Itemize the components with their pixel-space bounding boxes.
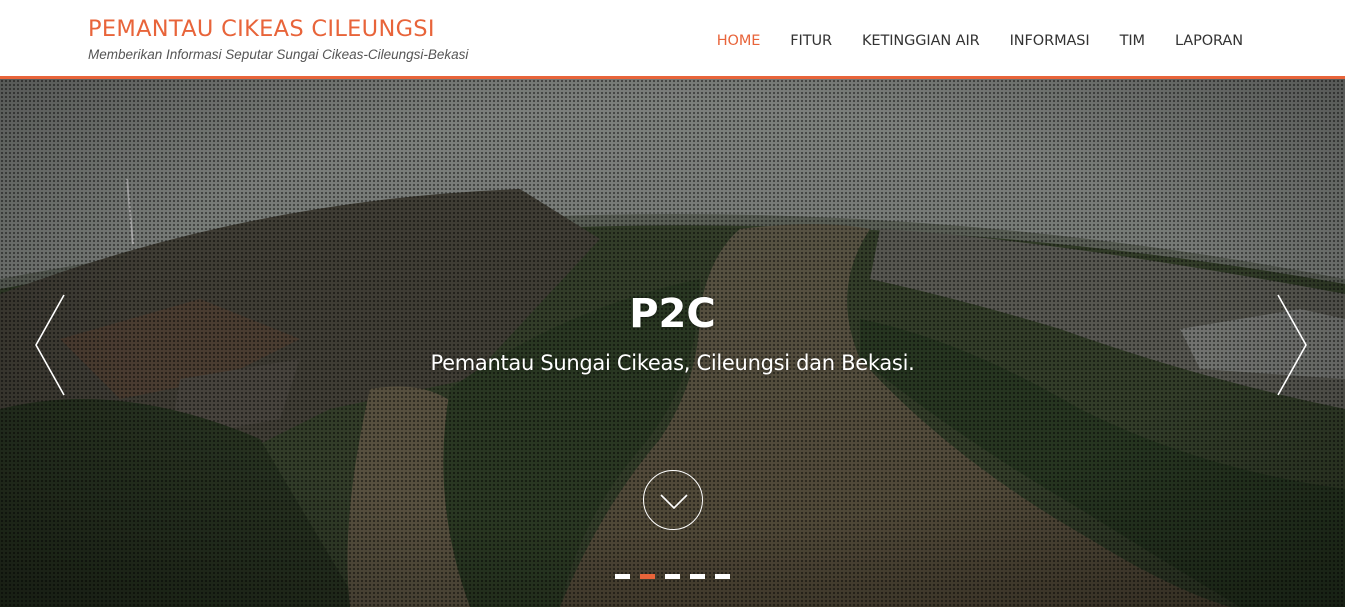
hero-carousel: P2C Pemantau Sungai Cikeas, Cileungsi da… [0,79,1345,607]
brand[interactable]: PEMANTAU CIKEAS CILEUNGSI Memberikan Inf… [88,14,468,62]
nav-tim[interactable]: TIM [1105,31,1160,51]
chevron-right-icon [1277,294,1307,396]
brand-tagline: Memberikan Informasi Seputar Sungai Cike… [88,47,469,62]
carousel-prev-button[interactable] [32,293,68,397]
hero-caption: P2C Pemantau Sungai Cikeas, Cileungsi da… [0,289,1345,375]
scroll-down-button[interactable] [643,470,703,530]
nav-fitur[interactable]: FITUR [775,31,847,51]
chevron-left-icon [35,294,65,396]
carousel-indicator-2[interactable] [640,574,655,579]
nav-ketinggian-air[interactable]: KETINGGIAN AIR [847,31,995,51]
carousel-indicator-4[interactable] [690,574,705,579]
carousel-indicator-5[interactable] [715,574,730,579]
site-header: PEMANTAU CIKEAS CILEUNGSI Memberikan Inf… [0,0,1345,79]
brand-title[interactable]: PEMANTAU CIKEAS CILEUNGSI [88,14,468,44]
hero-title: P2C [629,291,716,337]
chevron-down-icon [660,494,688,510]
main-nav: HOME FITUR KETINGGIAN AIR INFORMASI TIM … [702,31,1243,51]
nav-laporan[interactable]: LAPORAN [1160,31,1243,51]
carousel-next-button[interactable] [1274,293,1310,397]
carousel-indicator-1[interactable] [615,574,630,579]
hero-subtitle: Pemantau Sungai Cikeas, Cileungsi dan Be… [430,351,915,375]
carousel-indicator-3[interactable] [665,574,680,579]
carousel-indicators [615,574,730,579]
nav-home[interactable]: HOME [702,31,776,51]
nav-informasi[interactable]: INFORMASI [995,31,1105,51]
